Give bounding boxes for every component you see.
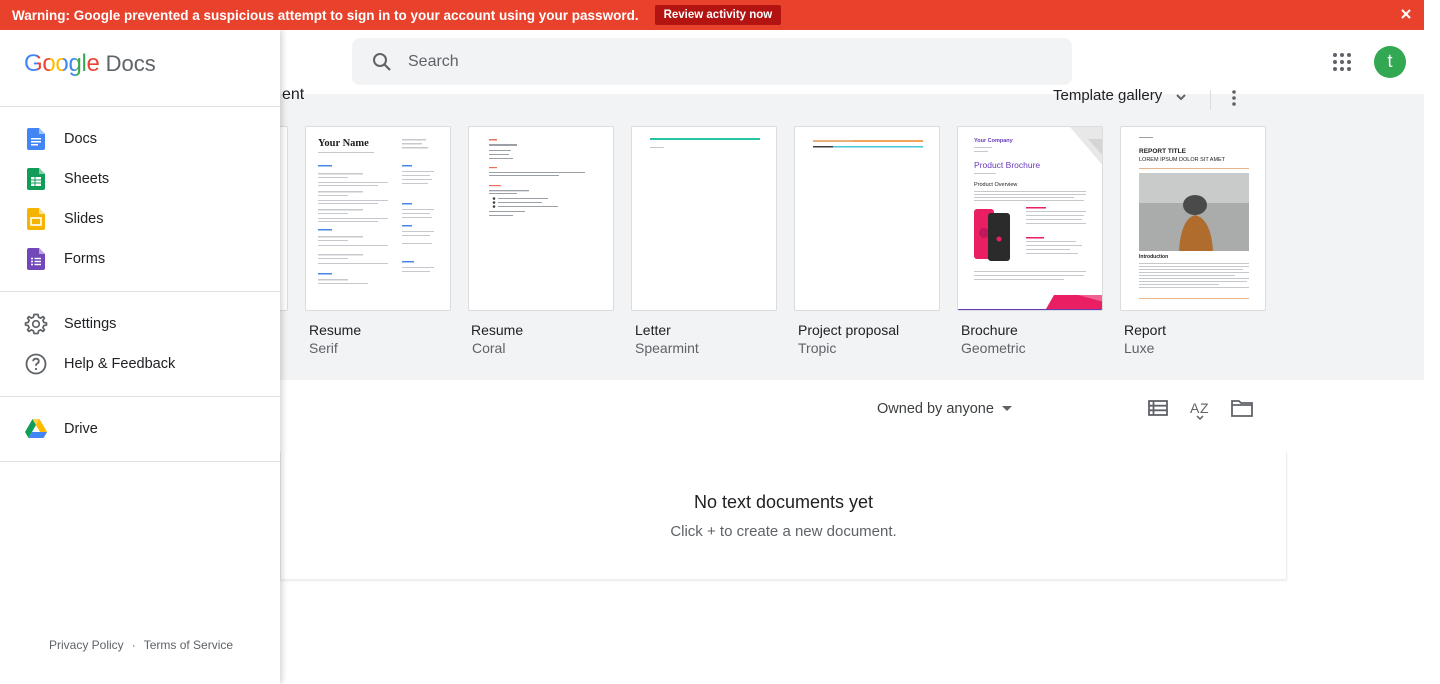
nav-label: Drive (64, 421, 98, 437)
template-card-brochure-geometric[interactable]: Your Company Product Brochure Product Ov… (957, 126, 1103, 311)
slides-icon (27, 208, 45, 230)
template-card-project-proposal-tropic[interactable] (794, 126, 940, 311)
template-name[interactable]: Resume (309, 322, 361, 338)
report-title-text: REPORT TITLE (1139, 148, 1186, 155)
nav-label: Docs (64, 131, 98, 147)
help-icon (25, 353, 47, 375)
nav-item-forms[interactable]: Forms (0, 239, 280, 279)
nav-item-settings[interactable]: Settings (0, 304, 280, 344)
report-subtitle-text: LOREM IPSUM DOLOR SIT AMET (1139, 157, 1226, 163)
report-intro-text: Introduction (1139, 254, 1169, 260)
resume-serif-thumbnail (318, 139, 434, 284)
template-style: Geometric (961, 340, 1026, 356)
search-bar[interactable] (352, 38, 1072, 85)
resume-coral-thumbnail (489, 139, 585, 216)
nav-label: Settings (64, 316, 117, 332)
brochure-thumbnail (958, 127, 1102, 310)
search-input[interactable] (408, 52, 1008, 71)
privacy-policy-link[interactable]: Privacy Policy (49, 638, 124, 652)
svg-text:Z: Z (1200, 400, 1209, 416)
empty-state: No text documents yet Click + to create … (280, 452, 1287, 580)
dropdown-arrow-icon (1001, 406, 1012, 411)
nav-label: Sheets (64, 171, 110, 187)
google-logo: Google (24, 50, 100, 77)
list-view-icon[interactable] (1146, 396, 1170, 420)
apps-grid-icon[interactable] (1330, 50, 1354, 74)
divider (0, 461, 280, 462)
empty-state-subtitle: Click + to create a new document. (670, 523, 897, 540)
template-style: Spearmint (635, 340, 699, 356)
divider (0, 396, 280, 397)
template-name[interactable]: Letter (635, 322, 671, 338)
svg-text:A: A (1190, 400, 1200, 416)
brochure-overview-text: Product Overview (974, 182, 1018, 188)
scrollbar-gutter (1424, 0, 1440, 684)
template-name[interactable]: Report (1124, 322, 1166, 338)
drive-icon (25, 419, 47, 438)
close-icon[interactable] (1398, 6, 1414, 22)
footer-separator: · (131, 638, 136, 652)
template-style: Coral (472, 340, 506, 356)
nav-item-docs[interactable]: Docs (0, 119, 280, 159)
brochure-title-text: Product Brochure (974, 160, 1041, 170)
template-gallery-toggle[interactable]: Template gallery (1053, 86, 1188, 104)
project-proposal-thumbnail (813, 140, 923, 148)
template-name[interactable]: Resume (471, 322, 523, 338)
template-card-resume-coral[interactable] (468, 126, 614, 311)
template-card-report-luxe[interactable]: REPORT TITLE LOREM IPSUM DOLOR SIT AMET … (1120, 126, 1266, 311)
template-card-letter-spearmint[interactable] (631, 126, 777, 311)
docs-icon (27, 128, 45, 150)
nav-label: Help & Feedback (64, 356, 176, 372)
template-style: Serif (309, 340, 338, 356)
template-style: Tropic (798, 340, 837, 356)
review-activity-button[interactable]: Review activity now (654, 5, 782, 25)
template-gallery-label: Template gallery (1053, 86, 1163, 104)
empty-state-title: No text documents yet (693, 492, 874, 512)
warning-banner: Warning: Google prevented a suspicious a… (0, 0, 1424, 30)
drawer-footer: Privacy Policy · Terms of Service (49, 638, 233, 652)
template-card-resume-serif[interactable]: Your Name (305, 126, 451, 311)
more-options-icon[interactable] (1224, 88, 1244, 108)
template-name[interactable]: Brochure (961, 322, 1018, 338)
divider (1210, 90, 1211, 110)
nav-item-sheets[interactable]: Sheets (0, 159, 280, 199)
nav-label: Slides (64, 211, 104, 227)
section-title: ent (282, 86, 305, 103)
template-name[interactable]: Project proposal (798, 322, 899, 338)
nav-label: Forms (64, 251, 106, 267)
navigation-drawer: Google Docs Docs Sheets Slides Forms Set… (0, 30, 280, 684)
nav-item-slides[interactable]: Slides (0, 199, 280, 239)
sort-az-icon[interactable]: A Z (1188, 396, 1212, 420)
gear-icon (24, 313, 48, 335)
app-logo[interactable]: Google Docs (24, 50, 156, 78)
nav-item-help[interactable]: Help & Feedback (0, 344, 280, 384)
template-style: Luxe (1124, 340, 1155, 356)
forms-icon (27, 248, 45, 270)
app-name: Docs (105, 51, 156, 76)
sheets-icon (27, 168, 45, 190)
avatar[interactable]: t (1374, 46, 1406, 78)
brochure-company-text: Your Company (974, 138, 1013, 144)
owner-filter-dropdown[interactable]: Owned by anyone (877, 401, 1012, 417)
terms-of-service-link[interactable]: Terms of Service (144, 638, 233, 652)
letter-spearmint-thumbnail (650, 138, 760, 148)
chevron-down-icon (1176, 94, 1186, 101)
divider (0, 291, 280, 292)
nav-item-drive[interactable]: Drive (0, 409, 280, 449)
search-icon[interactable] (370, 50, 394, 74)
warning-message: Warning: Google prevented a suspicious a… (12, 7, 639, 23)
folder-icon[interactable] (1230, 396, 1254, 420)
divider (0, 106, 280, 107)
owner-filter-label: Owned by anyone (877, 401, 994, 417)
